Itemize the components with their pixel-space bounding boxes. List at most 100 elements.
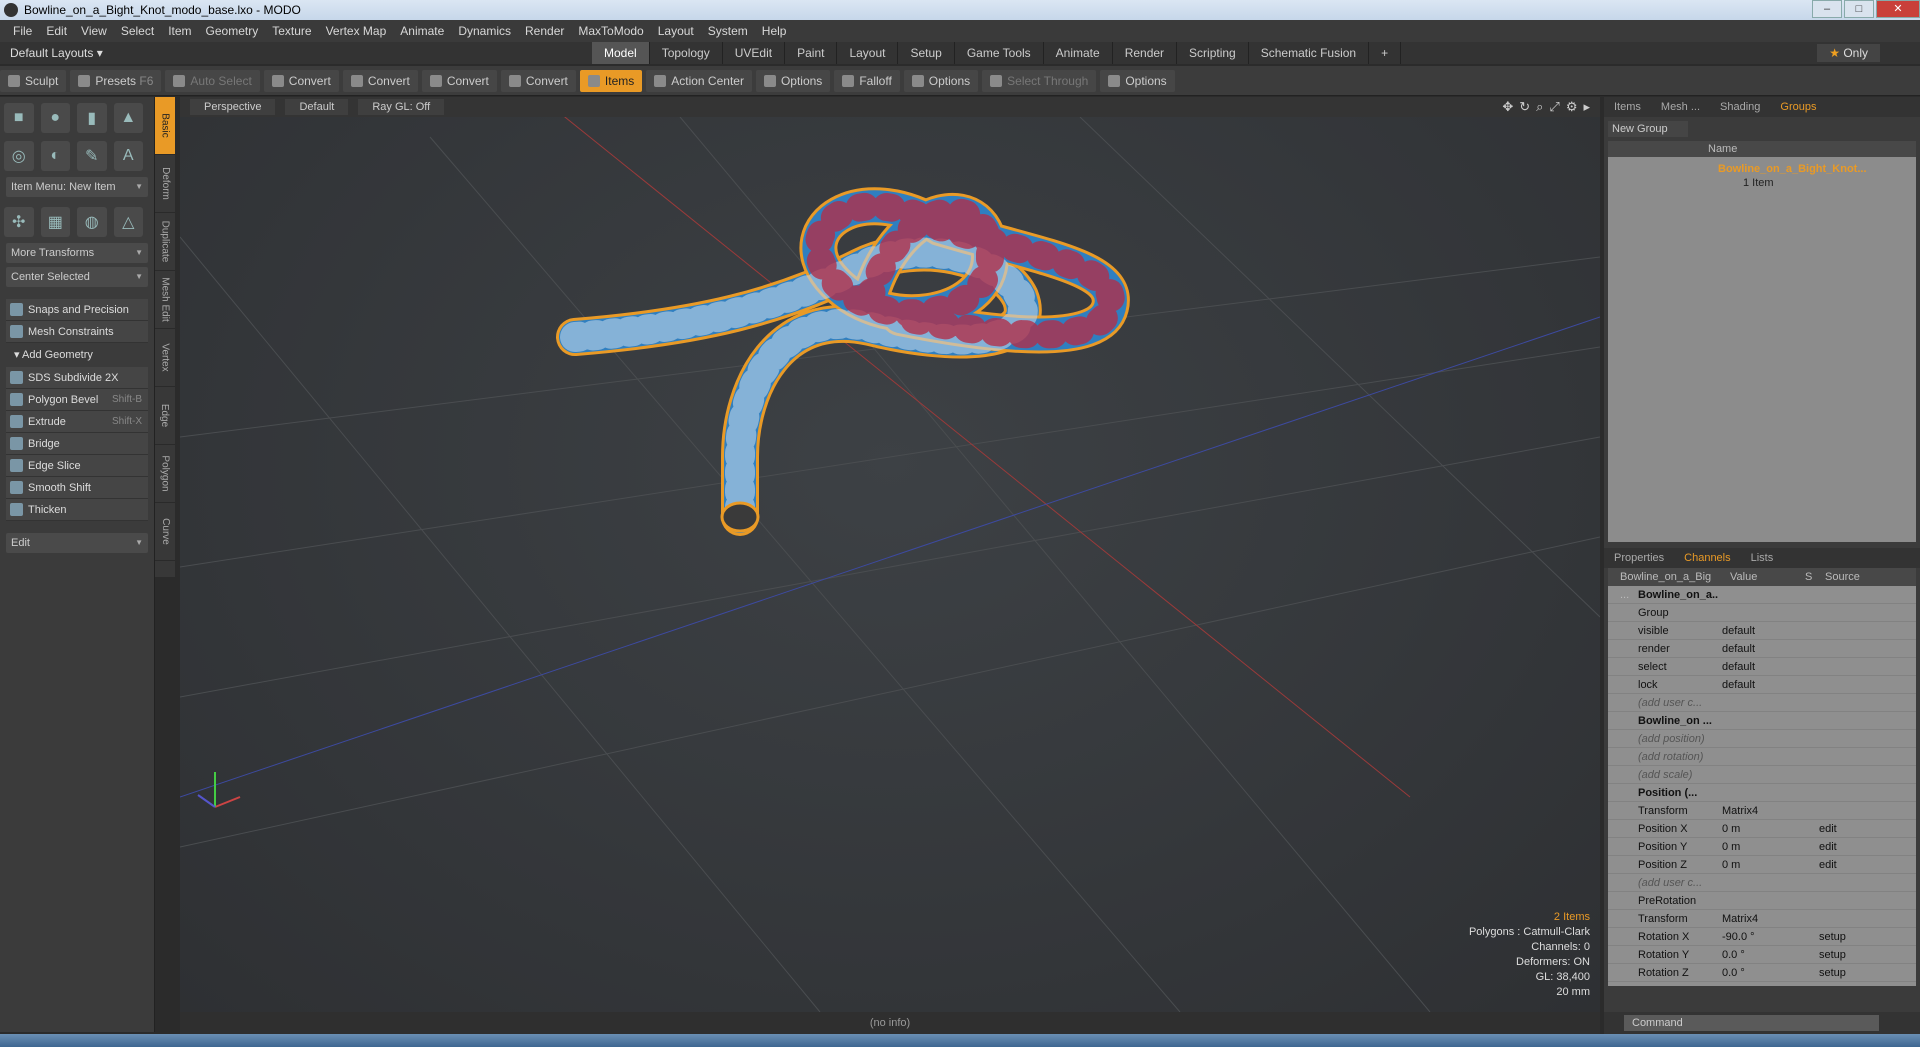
vtab-duplicate[interactable]: Duplicate (155, 213, 175, 271)
convert-button-2[interactable]: Convert (342, 69, 418, 92)
add-tab-button[interactable]: + (1369, 42, 1402, 64)
grid-icon[interactable]: ▦ (40, 207, 70, 237)
channel-row[interactable]: lock default (1608, 676, 1916, 694)
menu-file[interactable]: File (13, 24, 32, 38)
channel-value[interactable] (1718, 892, 1793, 909)
channel-row[interactable]: visible default (1608, 622, 1916, 640)
vtab-edge[interactable]: Edge (155, 387, 175, 445)
tab-groups[interactable]: Groups (1770, 101, 1826, 113)
center-selected-dropdown[interactable]: Center Selected (6, 267, 148, 287)
options-button-2[interactable]: Options (903, 69, 979, 92)
tab-topology[interactable]: Topology (650, 42, 723, 64)
menu-vertex-map[interactable]: Vertex Map (326, 24, 387, 38)
edge-slice-button[interactable]: Edge Slice (6, 455, 148, 477)
tab-game-tools[interactable]: Game Tools (955, 42, 1044, 64)
menu-render[interactable]: Render (525, 24, 564, 38)
sphere-icon[interactable]: ● (40, 103, 70, 133)
raygl-toggle[interactable]: Ray GL: Off (358, 99, 445, 115)
channel-value[interactable] (1718, 874, 1793, 891)
tab-mesh[interactable]: Mesh ... (1651, 101, 1710, 113)
channel-value[interactable]: default (1718, 640, 1793, 657)
maximize-button[interactable]: □ (1844, 0, 1874, 18)
pen-icon[interactable]: ✎ (77, 141, 107, 171)
channel-row[interactable]: (add rotation) (1608, 748, 1916, 766)
tab-model[interactable]: Model (592, 42, 650, 64)
smooth-shift-button[interactable]: Smooth Shift (6, 477, 148, 499)
torus-icon[interactable]: ◎ (4, 141, 34, 171)
only-toggle[interactable]: ★ Only (1817, 44, 1880, 62)
channel-row[interactable]: PreRotation (1608, 892, 1916, 910)
channel-row[interactable]: (add position) (1608, 730, 1916, 748)
tab-items[interactable]: Items (1604, 101, 1651, 113)
chevron-right-icon[interactable]: ▸ (1583, 99, 1590, 115)
edit-dropdown[interactable]: Edit (6, 533, 148, 553)
channel-value[interactable]: Matrix4 (1718, 910, 1793, 927)
channel-row[interactable]: (add user c... (1608, 694, 1916, 712)
channel-value[interactable]: 0.0 ° (1718, 946, 1793, 963)
menu-system[interactable]: System (708, 24, 748, 38)
tab-scripting[interactable]: Scripting (1177, 42, 1249, 64)
menu-geometry[interactable]: Geometry (206, 24, 259, 38)
menu-view[interactable]: View (81, 24, 107, 38)
select-through-button[interactable]: Select Through (982, 69, 1097, 92)
sds-subdivide-button[interactable]: SDS Subdivide 2X (6, 367, 148, 389)
sculpt-button[interactable]: Sculpt (0, 69, 67, 92)
tab-shading[interactable]: Shading (1710, 101, 1770, 113)
view-mode-dropdown[interactable]: Perspective (190, 99, 276, 115)
channel-row[interactable]: Rotation Z 0.0 ° setup (1608, 964, 1916, 982)
falloff-button[interactable]: Falloff (834, 69, 900, 92)
vtab-mesh-edit[interactable]: Mesh Edit (155, 271, 175, 329)
maximize-view-icon[interactable]: ⤢ (1549, 99, 1559, 115)
vtab-curve[interactable]: Curve (155, 503, 175, 561)
snaps-precision-button[interactable]: Snaps and Precision (6, 299, 148, 321)
channel-row[interactable]: Rotation X -90.0 ° setup (1608, 928, 1916, 946)
move-view-icon[interactable]: ✥ (1502, 99, 1513, 115)
capsule-icon[interactable]: ◐ (40, 141, 70, 171)
menu-select[interactable]: Select (121, 24, 154, 38)
add-geometry-section[interactable]: ▾ Add Geometry (6, 345, 148, 365)
options-button-1[interactable]: Options (755, 69, 831, 92)
command-input[interactable]: Command (1624, 1015, 1879, 1031)
channel-row[interactable]: (add user c... (1608, 874, 1916, 892)
tab-paint[interactable]: Paint (785, 42, 838, 64)
channel-value[interactable] (1718, 766, 1793, 783)
channel-row[interactable]: render default (1608, 640, 1916, 658)
new-group-button[interactable]: New Group (1608, 121, 1688, 137)
shading-mode-dropdown[interactable]: Default (285, 99, 349, 115)
menu-layout[interactable]: Layout (658, 24, 694, 38)
close-button[interactable]: ✕ (1876, 0, 1920, 18)
tab-properties[interactable]: Properties (1604, 552, 1674, 564)
channel-row[interactable]: Rotation Y 0.0 ° setup (1608, 946, 1916, 964)
vtab-deform[interactable]: Deform (155, 155, 175, 213)
menu-item[interactable]: Item (168, 24, 191, 38)
channel-row[interactable]: Transform Matrix4 (1608, 802, 1916, 820)
channel-value[interactable]: 0.0 ° (1718, 964, 1793, 981)
transform-icon[interactable]: ✣ (4, 207, 34, 237)
tab-schematic-fusion[interactable]: Schematic Fusion (1249, 42, 1370, 64)
menu-dynamics[interactable]: Dynamics (458, 24, 511, 38)
channel-row[interactable]: Position Y 0 m edit (1608, 838, 1916, 856)
channel-value[interactable] (1718, 604, 1793, 621)
globe-icon[interactable]: ◍ (77, 207, 107, 237)
channel-value[interactable] (1718, 748, 1793, 765)
menu-texture[interactable]: Texture (272, 24, 311, 38)
channel-row[interactable]: select default (1608, 658, 1916, 676)
presets-button[interactable]: Presets F6 (70, 69, 162, 92)
convert-button-3[interactable]: Convert (421, 69, 497, 92)
items-mode-button[interactable]: Items (579, 69, 643, 92)
thicken-button[interactable]: Thicken (6, 499, 148, 521)
channel-value[interactable] (1718, 784, 1793, 801)
auto-select-button[interactable]: Auto Select (165, 69, 260, 92)
channel-value[interactable]: -90.0 ° (1718, 928, 1793, 945)
cylinder-icon[interactable]: ▮ (77, 103, 107, 133)
extrude-button[interactable]: Extrude Shift-X (6, 411, 148, 433)
vtab-vertex[interactable]: Vertex (155, 329, 175, 387)
3d-viewport[interactable]: Perspective Default Ray GL: Off ✥ ↻ ⌕ ⤢ … (180, 97, 1600, 1012)
tab-lists[interactable]: Lists (1741, 552, 1784, 564)
channel-value[interactable]: 0 m (1718, 838, 1793, 855)
cone-icon[interactable]: ▲ (113, 103, 143, 133)
menu-help[interactable]: Help (762, 24, 787, 38)
tab-render[interactable]: Render (1113, 42, 1178, 64)
menu-maxtomodo[interactable]: MaxToModo (578, 24, 643, 38)
channel-value[interactable]: Matrix4 (1718, 802, 1793, 819)
